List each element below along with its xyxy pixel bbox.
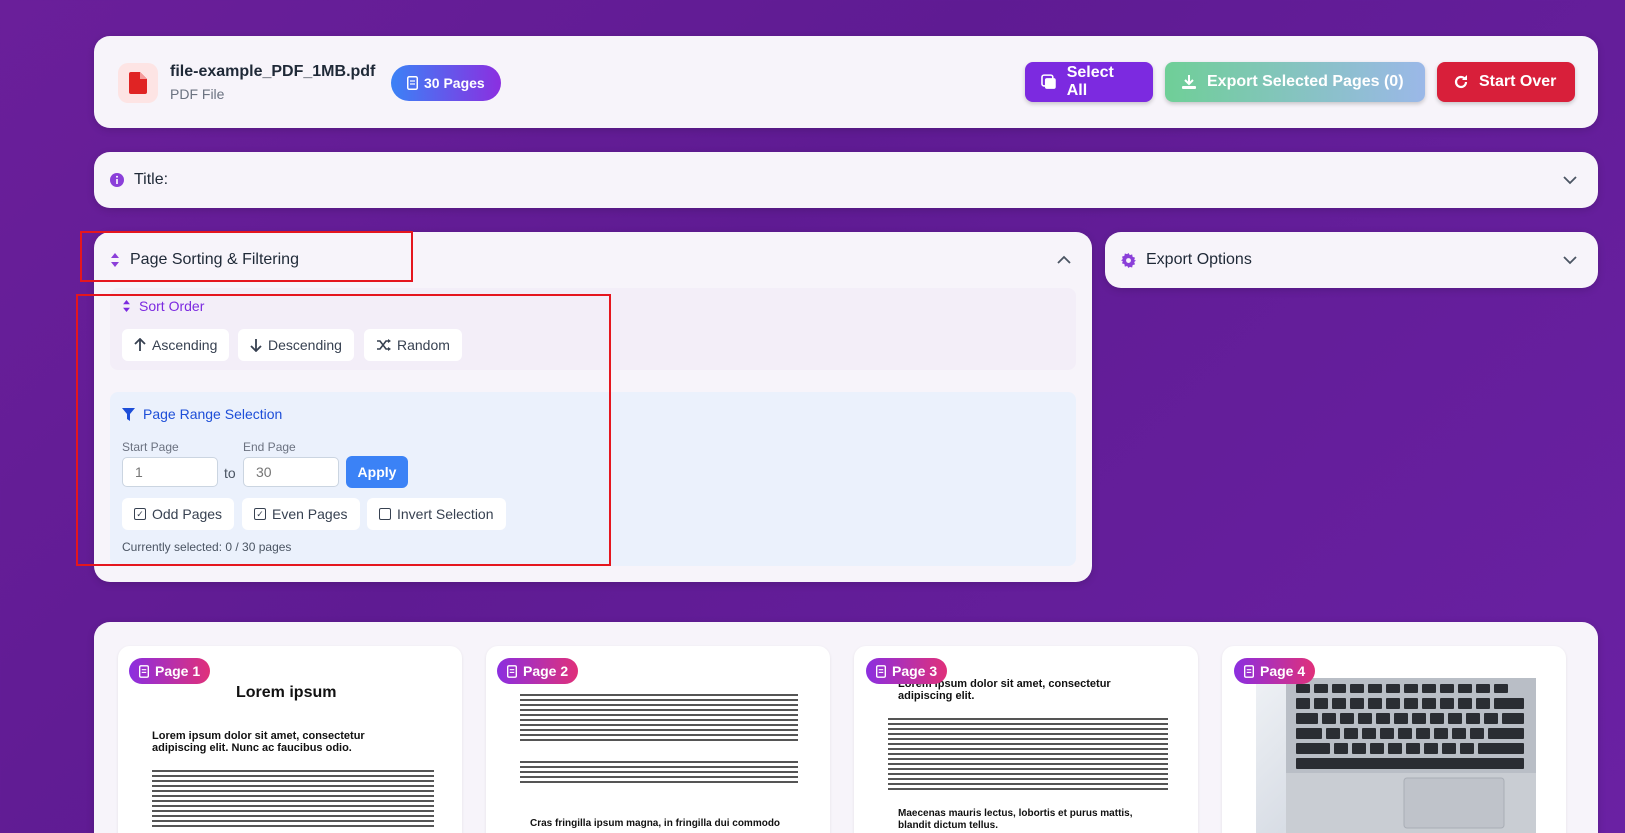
checkbox-checked-icon: ✓ (134, 508, 146, 520)
title-label: Title: (134, 171, 169, 188)
checkbox-empty-icon (379, 508, 391, 520)
end-page-label: End Page (243, 440, 296, 454)
invert-selection-toggle[interactable]: Invert Selection (367, 498, 506, 530)
ascending-label: Ascending (152, 337, 218, 353)
sort-icon (111, 253, 119, 267)
checkbox-checked-icon: ✓ (254, 508, 266, 520)
export-selected-label: Export Selected Pages (0) (1207, 73, 1404, 90)
select-all-button[interactable]: Select All (1025, 62, 1153, 102)
document-icon (139, 664, 149, 678)
sorting-title: Page Sorting & Filtering (130, 251, 299, 268)
page-body-text (152, 770, 434, 830)
page-badge-label: Page 3 (892, 663, 938, 679)
export-options-section[interactable]: Export Options (1105, 232, 1598, 288)
download-icon (1182, 75, 1196, 89)
invert-selection-label: Invert Selection (397, 506, 494, 522)
sort-order-group: Sort Order Ascending Descending Random (110, 288, 1076, 370)
sort-order-title: Sort Order (122, 298, 204, 314)
even-pages-label: Even Pages (272, 506, 348, 522)
descending-label: Descending (268, 337, 342, 353)
pages-grid: Lorem ipsum Lorem ipsum dolor sit amet, … (94, 622, 1598, 833)
arrow-up-icon (134, 338, 146, 351)
odd-pages-label: Odd Pages (152, 506, 223, 522)
page-badge-label: Page 2 (523, 663, 569, 679)
end-page-input[interactable] (243, 457, 339, 487)
arrow-down-icon (250, 339, 262, 352)
page-range-group: Page Range Selection Start Page End Page… (110, 392, 1076, 566)
page-badge-label: Page 4 (1260, 663, 1306, 679)
sort-order-label: Sort Order (139, 298, 205, 314)
page-badge-3: Page 3 (866, 658, 948, 684)
even-pages-toggle[interactable]: ✓ Even Pages (242, 498, 360, 530)
gear-icon (1121, 252, 1136, 268)
export-selected-button[interactable]: Export Selected Pages (0) (1165, 62, 1425, 102)
sorting-filtering-panel: Page Sorting & Filtering Sort Order Asce… (94, 232, 1092, 582)
info-icon (110, 173, 124, 187)
page-badge-1: Page 1 (129, 658, 211, 684)
chevron-down-icon[interactable] (1560, 170, 1580, 190)
page-subheading: Cras fringilla ipsum magna, in fringilla… (530, 818, 781, 829)
odd-pages-toggle[interactable]: ✓ Odd Pages (122, 498, 235, 530)
filter-icon (122, 407, 135, 421)
page-count-badge: 30 Pages (391, 65, 501, 101)
random-button[interactable]: Random (364, 329, 462, 361)
document-icon (507, 664, 517, 678)
select-all-label: Select All (1066, 64, 1114, 99)
random-label: Random (397, 337, 450, 353)
file-type: PDF File (170, 86, 225, 102)
page-subheading: Lorem ipsum dolor sit amet, consectetur … (152, 730, 365, 754)
descending-button[interactable]: Descending (238, 329, 354, 361)
page-subheading: Maecenas mauris lectus, lobortis et puru… (898, 808, 1133, 831)
file-header-card: file-example_PDF_1MB.pdf PDF File 30 Pag… (94, 36, 1598, 128)
start-page-input[interactable] (122, 457, 218, 487)
copy-icon (1041, 74, 1056, 89)
document-icon (876, 664, 886, 678)
export-options-label: Export Options (1146, 251, 1252, 268)
range-to-label: to (224, 465, 236, 481)
page-range-label: Page Range Selection (143, 406, 283, 422)
document-icon (1244, 664, 1254, 678)
redo-icon (1454, 75, 1468, 89)
document-icon (407, 76, 418, 90)
pdf-file-icon (118, 63, 158, 103)
sort-icon (123, 300, 130, 312)
start-over-button[interactable]: Start Over (1437, 62, 1575, 102)
page-body-text (888, 718, 1168, 793)
ascending-button[interactable]: Ascending (122, 329, 230, 361)
page-badge-4: Page 4 (1234, 658, 1316, 684)
page-body-text (520, 761, 798, 786)
page-heading: Lorem ipsum (236, 684, 337, 701)
chevron-down-icon[interactable] (1560, 250, 1580, 270)
title-section[interactable]: Title: (94, 152, 1598, 208)
page-badge-2: Page 2 (497, 658, 579, 684)
start-page-label: Start Page (122, 440, 179, 454)
page-count-label: 30 Pages (424, 75, 485, 91)
selection-status: Currently selected: 0 / 30 pages (122, 540, 292, 554)
chevron-up-icon[interactable] (1054, 250, 1074, 270)
shuffle-icon (377, 339, 391, 351)
page-body-text (520, 694, 798, 744)
apply-button[interactable]: Apply (346, 456, 408, 488)
file-name: file-example_PDF_1MB.pdf (170, 63, 376, 80)
laptop-photo (1256, 678, 1536, 833)
sorting-header[interactable]: Page Sorting & Filtering (110, 232, 299, 288)
page-badge-label: Page 1 (155, 663, 201, 679)
start-over-label: Start Over (1479, 73, 1557, 90)
page-range-title: Page Range Selection (122, 406, 282, 422)
